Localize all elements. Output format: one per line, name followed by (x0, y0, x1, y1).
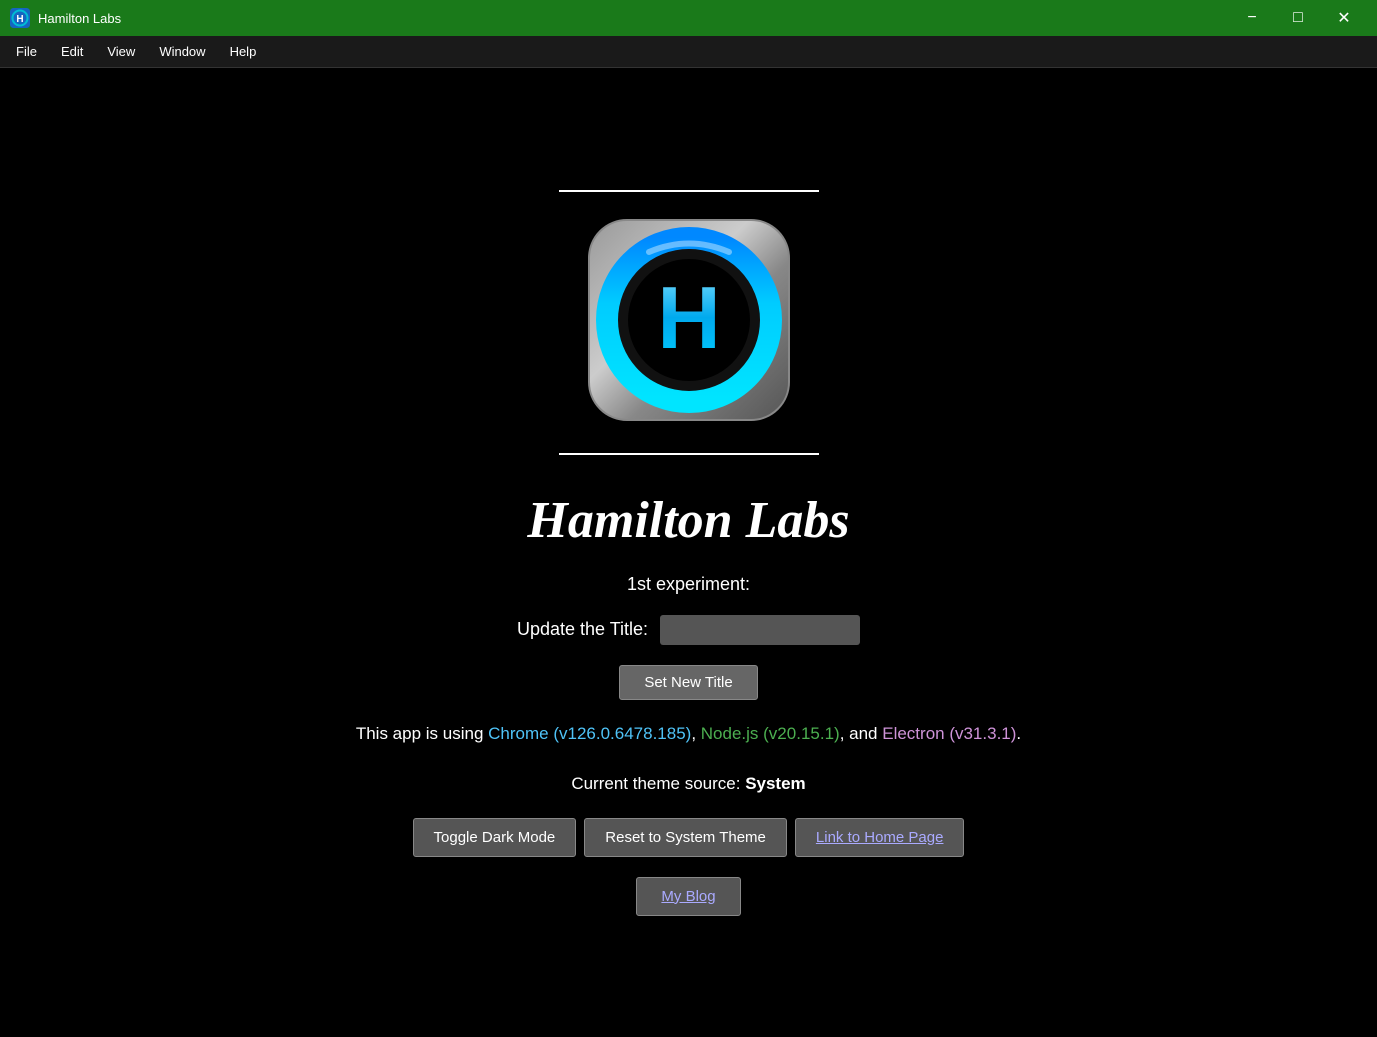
logo-container: H (569, 200, 809, 445)
menu-bar: File Edit View Window Help (0, 36, 1377, 68)
menu-file[interactable]: File (4, 40, 49, 63)
menu-help[interactable]: Help (218, 40, 269, 63)
buttons-row: Toggle Dark Mode Reset to System Theme L… (413, 818, 965, 857)
theme-label: Current theme source: (571, 774, 745, 793)
logo-area: H (559, 190, 819, 455)
minimize-button[interactable]: − (1229, 0, 1275, 36)
electron-version: Electron (v31.3.1) (882, 724, 1016, 743)
menu-view[interactable]: View (95, 40, 147, 63)
title-bar: H Hamilton Labs − □ ✕ (0, 0, 1377, 36)
and-text: , and (840, 724, 883, 743)
app-logo: H (569, 200, 809, 440)
comma1: , (691, 724, 700, 743)
theme-source: System (745, 774, 805, 793)
update-title-label: Update the Title: (517, 619, 648, 640)
chrome-version: Chrome (v126.0.6478.185) (488, 724, 691, 743)
set-title-button[interactable]: Set New Title (619, 665, 757, 700)
theme-info: Current theme source: System (571, 774, 805, 794)
period: . (1016, 724, 1021, 743)
experiment-label: 1st experiment: (627, 574, 750, 595)
window-controls: − □ ✕ (1229, 0, 1367, 36)
blog-link-button[interactable]: My Blog (636, 877, 740, 916)
title-input[interactable] (660, 615, 860, 645)
main-content: H (0, 68, 1377, 1037)
nodejs-version: Node.js (v20.15.1) (701, 724, 840, 743)
maximize-button[interactable]: □ (1275, 0, 1321, 36)
version-info: This app is using Chrome (v126.0.6478.18… (356, 724, 1021, 744)
menu-window[interactable]: Window (147, 40, 217, 63)
version-text-before: This app is using (356, 724, 488, 743)
window-title: Hamilton Labs (38, 11, 1229, 26)
menu-edit[interactable]: Edit (49, 40, 95, 63)
close-button[interactable]: ✕ (1321, 0, 1367, 36)
svg-text:H: H (16, 14, 23, 25)
svg-text:H: H (657, 268, 721, 367)
app-icon: H (10, 8, 30, 28)
logo-line-bottom (559, 453, 819, 455)
logo-line-top (559, 190, 819, 192)
reset-theme-button[interactable]: Reset to System Theme (584, 818, 787, 857)
toggle-dark-mode-button[interactable]: Toggle Dark Mode (413, 818, 577, 857)
link-home-button[interactable]: Link to Home Page (795, 818, 965, 857)
input-row: Update the Title: (517, 615, 860, 645)
app-title: Hamilton Labs (527, 491, 849, 550)
